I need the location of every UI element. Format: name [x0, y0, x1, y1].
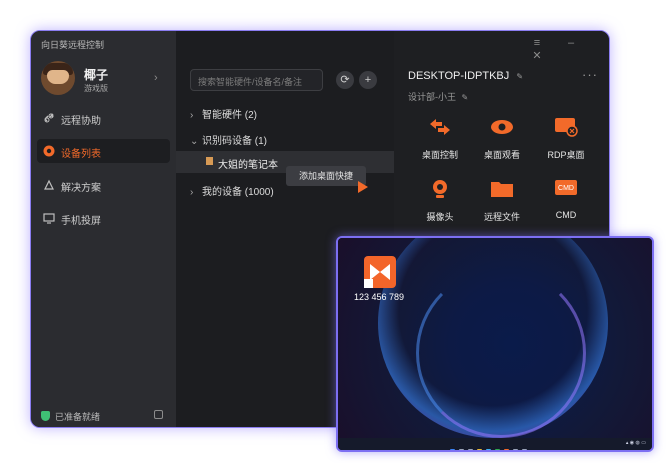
cursor-arrow-icon [358, 181, 368, 193]
cmd-icon: CMD [555, 180, 577, 195]
taskbar-icons [450, 441, 531, 450]
user-plan: 游戏版 [84, 84, 108, 93]
shield-icon [41, 411, 50, 421]
add-button[interactable]: + [359, 71, 377, 89]
tree-group-smart-hardware[interactable]: › 智能硬件 (2) [190, 106, 257, 121]
lock-icon[interactable] [154, 410, 163, 419]
search-input[interactable]: 搜索智能硬件/设备名/备注 [190, 69, 323, 91]
tooltip-add-shortcut[interactable]: 添加桌面快捷 [286, 166, 366, 186]
edit-icon[interactable]: ✎ [516, 72, 523, 81]
sidebar-item-label: 手机投屏 [61, 216, 101, 227]
sunlogin-icon[interactable] [504, 449, 509, 450]
chevron-right-icon: › [190, 187, 194, 198]
tree-group-my-devices[interactable]: › 我的设备 (1000) [190, 183, 274, 198]
system-tray[interactable]: ▴ ◉ ◍ ▭ [626, 440, 646, 446]
sidebar-item-label: 解决方案 [61, 183, 101, 194]
app-icon[interactable] [495, 449, 500, 450]
sidebar-item-solutions[interactable]: 解决方案 [37, 173, 170, 197]
folder-icon [491, 182, 513, 197]
tree-group-id-devices[interactable]: ⌄ 识别码设备 (1) [190, 132, 267, 147]
desktop-control-button[interactable]: 桌面控制 [408, 117, 472, 161]
screen-cast-icon [43, 213, 55, 224]
sidebar-item-remote-assist[interactable]: 远程协助 [37, 106, 170, 130]
svg-text:CMD: CMD [558, 185, 574, 192]
close-icon[interactable]: ✕ [520, 49, 554, 62]
desktop-control-icon [430, 119, 450, 135]
rdp-desktop-button[interactable]: RDP桌面 [534, 117, 598, 161]
solution-icon [44, 179, 54, 190]
device-subtitle: 设计部-小王 ✎ [408, 92, 469, 102]
sunlogin-shortcut-icon[interactable] [364, 256, 396, 288]
desktop-preview: 123 456 789 ▴ ◉ ◍ ▭ [336, 236, 654, 452]
app-icon[interactable] [522, 449, 527, 450]
sidebar-item-label: 远程协助 [61, 116, 101, 127]
user-card[interactable]: 椰子 游戏版 › [41, 61, 171, 97]
app-title: 向日葵远程控制 [41, 40, 105, 50]
desktop-view-button[interactable]: 桌面观看 [470, 117, 534, 161]
status-text: 已准备就绪 [41, 410, 100, 423]
device-list-icon [43, 145, 55, 157]
more-icon[interactable]: ··· [582, 67, 598, 82]
sidebar-item-label: 设备列表 [61, 149, 101, 160]
sidebar-item-device-list[interactable]: 设备列表 [37, 139, 170, 163]
chevron-down-icon: ⌄ [190, 136, 199, 147]
remote-file-button[interactable]: 远程文件 [470, 179, 534, 223]
device-flag-icon [206, 157, 213, 165]
link-icon [44, 113, 54, 123]
sidebar-item-screen-cast[interactable]: 手机投屏 [37, 206, 170, 230]
user-name: 椰子 [84, 68, 109, 82]
rdp-icon [555, 118, 578, 137]
folder-icon[interactable] [477, 449, 482, 450]
minimize-icon[interactable]: – [554, 37, 588, 49]
start-icon[interactable] [450, 449, 455, 450]
eye-icon [491, 120, 513, 134]
wallpaper-ring [416, 268, 586, 438]
taskview-icon[interactable] [468, 449, 473, 450]
menu-icon[interactable]: ≡ [520, 37, 554, 49]
device-name: 大姐的笔记本 [218, 160, 278, 171]
app-icon[interactable] [513, 449, 518, 450]
window-controls: ≡ –✕ [520, 37, 609, 62]
cmd-button[interactable]: CMD CMD [534, 179, 598, 220]
chevron-right-icon[interactable]: › [154, 72, 158, 84]
sidebar: 向日葵远程控制 椰子 游戏版 › 远程协助 设备列表 解决方案 手机投屏 已准备… [31, 31, 176, 427]
camera-button[interactable]: 摄像头 [408, 179, 472, 223]
device-title: DESKTOP-IDPTKBJ ✎ [408, 70, 524, 82]
taskbar: ▴ ◉ ◍ ▭ [338, 438, 652, 450]
chevron-right-icon: › [190, 110, 194, 121]
browser-icon[interactable] [486, 449, 491, 450]
avatar[interactable] [41, 61, 75, 95]
shortcut-label: 123 456 789 [354, 292, 405, 302]
search-icon[interactable] [459, 449, 464, 450]
camera-icon [433, 180, 447, 198]
refresh-button[interactable]: ⟳ [336, 71, 354, 89]
edit-icon[interactable]: ✎ [462, 93, 469, 102]
